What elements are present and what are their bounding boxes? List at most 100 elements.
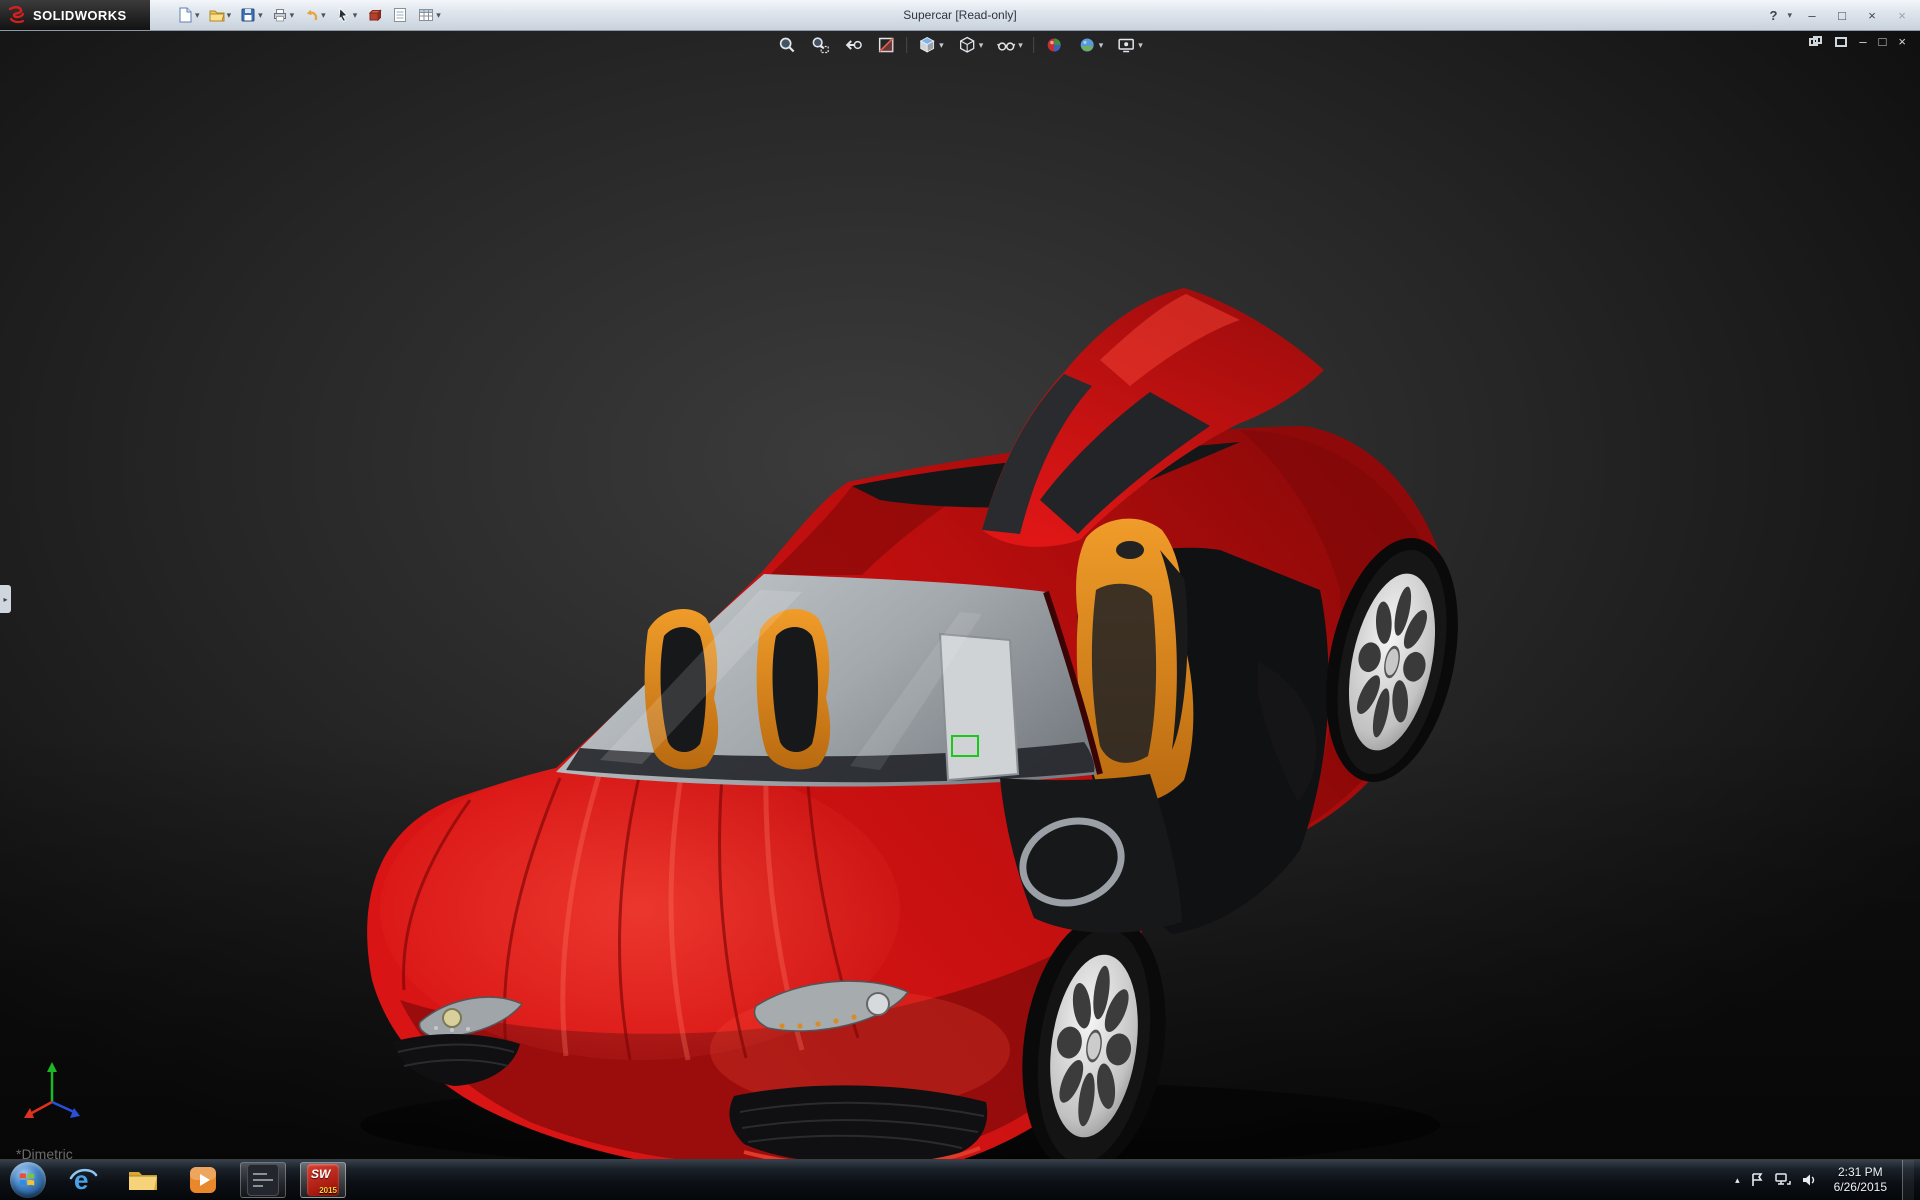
- taskbar-item-command-window[interactable]: [240, 1162, 286, 1198]
- view-orientation-button[interactable]: ▾: [914, 33, 947, 57]
- car-windshield: [556, 574, 1100, 787]
- close-button[interactable]: ×: [1862, 8, 1882, 23]
- caret-down-icon[interactable]: ▾: [1099, 40, 1104, 51]
- standard-toolbar: ▾ ▾ ▾ ▾: [173, 3, 444, 27]
- doc-close-button[interactable]: ×: [1898, 34, 1906, 49]
- action-center-icon[interactable]: [1749, 1172, 1765, 1188]
- taskbar: e SW 2015 ▴: [0, 1159, 1920, 1200]
- zoom-to-fit-button[interactable]: [774, 33, 800, 57]
- clock-date: 6/26/2015: [1834, 1180, 1887, 1195]
- zoom-to-fit-icon: [777, 35, 797, 55]
- solidworks-app-icon: SW 2015: [307, 1164, 339, 1196]
- select-tool-button[interactable]: ▾: [331, 3, 361, 27]
- taskbar-item-media-player[interactable]: [180, 1162, 226, 1198]
- graphics-area[interactable]: ▾ ▾ ▾: [0, 30, 1920, 1160]
- feature-manager-expand-tab[interactable]: ▸: [0, 585, 11, 613]
- caret-down-icon[interactable]: ▾: [979, 40, 984, 51]
- zoom-to-area-icon: [810, 35, 830, 55]
- help-caret-icon[interactable]: ▾: [1787, 10, 1792, 21]
- view-settings-button[interactable]: ▾: [1113, 33, 1146, 57]
- zoom-to-area-button[interactable]: [807, 33, 833, 57]
- car-model: [0, 30, 1920, 1160]
- new-document-icon: [176, 6, 194, 24]
- caret-down-icon[interactable]: ▾: [227, 10, 232, 21]
- solidworks-icon-text: SW: [311, 1167, 330, 1181]
- printer-icon: [271, 6, 289, 24]
- caret-down-icon[interactable]: ▾: [939, 40, 944, 51]
- start-button[interactable]: [10, 1162, 46, 1198]
- command-window-icon: [247, 1164, 279, 1196]
- eyeglasses-icon: [996, 35, 1016, 55]
- doc-restore-button[interactable]: □: [1879, 34, 1887, 49]
- media-player-icon: [188, 1165, 218, 1195]
- caret-down-icon[interactable]: ▾: [1018, 40, 1023, 51]
- solidworks-logo-icon: [6, 4, 28, 26]
- internet-explorer-icon: e: [67, 1164, 99, 1196]
- view-orientation-label: *Dimetric: [16, 1146, 73, 1160]
- previous-view-icon: [843, 35, 863, 55]
- clock-time: 2:31 PM: [1834, 1165, 1887, 1180]
- open-document-button[interactable]: ▾: [205, 3, 235, 27]
- tile-window-icon[interactable]: [1835, 37, 1847, 47]
- reference-triad[interactable]: [22, 1058, 86, 1124]
- document-window-controls: – □ ×: [1809, 34, 1906, 49]
- window-title: Supercar [Read-only]: [903, 8, 1016, 22]
- menu-expand-arrow[interactable]: ▸: [154, 10, 159, 21]
- brand-text: SOLIDWORKS: [33, 8, 127, 23]
- network-icon[interactable]: [1774, 1172, 1792, 1188]
- windows-flag-icon: [18, 1171, 38, 1189]
- new-document-button[interactable]: ▾: [173, 3, 203, 27]
- titlebar-right-controls: ? ▾ – □ × ×: [1770, 8, 1920, 23]
- scene-globe-icon: [1077, 35, 1097, 55]
- cascade-windows-icon[interactable]: [1809, 36, 1823, 48]
- edit-component-button[interactable]: [362, 3, 386, 27]
- save-button[interactable]: ▾: [236, 3, 266, 27]
- display-style-button[interactable]: ▾: [954, 33, 987, 57]
- caret-down-icon[interactable]: ▾: [321, 10, 326, 21]
- undo-arrow-icon: [302, 6, 320, 24]
- minimize-button[interactable]: –: [1802, 8, 1822, 23]
- volume-icon[interactable]: [1801, 1172, 1817, 1188]
- doc-minimize-button[interactable]: –: [1859, 34, 1866, 49]
- view-settings-icon: [1116, 35, 1136, 55]
- show-desktop-button[interactable]: [1902, 1160, 1914, 1200]
- print-button[interactable]: ▾: [268, 3, 298, 27]
- save-disk-icon: [239, 6, 257, 24]
- folder-icon: [126, 1165, 160, 1195]
- sheet-icon: [391, 6, 409, 24]
- close-document-button[interactable]: ×: [1892, 8, 1912, 23]
- cursor-icon: [334, 6, 352, 24]
- undo-button[interactable]: ▾: [299, 3, 329, 27]
- design-table-button[interactable]: ▾: [414, 3, 444, 27]
- open-folder-icon: [208, 6, 226, 24]
- apply-scene-button[interactable]: ▾: [1074, 33, 1107, 57]
- caret-down-icon[interactable]: ▾: [436, 10, 441, 21]
- heads-up-view-toolbar: ▾ ▾ ▾: [774, 33, 1146, 57]
- toolbar-separator: [1033, 37, 1034, 53]
- taskbar-item-file-explorer[interactable]: [120, 1162, 166, 1198]
- hide-show-items-button[interactable]: ▾: [993, 33, 1026, 57]
- taskbar-clock[interactable]: 2:31 PM 6/26/2015: [1834, 1165, 1887, 1195]
- taskbar-item-solidworks[interactable]: SW 2015: [300, 1162, 346, 1198]
- toolbar-separator: [906, 37, 907, 53]
- caret-down-icon[interactable]: ▾: [290, 10, 295, 21]
- title-bar: SOLIDWORKS ▸ ▾ ▾ ▾: [0, 0, 1920, 31]
- tray-overflow-button[interactable]: ▴: [1735, 1175, 1740, 1186]
- sheet-button[interactable]: [388, 3, 412, 27]
- help-button[interactable]: ?: [1770, 8, 1778, 23]
- taskbar-item-internet-explorer[interactable]: e: [60, 1162, 106, 1198]
- caret-down-icon[interactable]: ▾: [353, 10, 358, 21]
- display-style-icon: [957, 35, 977, 55]
- caret-down-icon[interactable]: ▾: [258, 10, 263, 21]
- solidworks-version-badge: 2015: [319, 1186, 337, 1195]
- section-view-button[interactable]: [873, 33, 899, 57]
- maximize-button[interactable]: □: [1832, 8, 1852, 23]
- caret-down-icon[interactable]: ▾: [195, 10, 200, 21]
- previous-view-button[interactable]: [840, 33, 866, 57]
- edit-appearance-button[interactable]: [1041, 33, 1067, 57]
- appearance-sphere-icon: [1044, 35, 1064, 55]
- caret-down-icon[interactable]: ▾: [1138, 40, 1143, 51]
- component-cube-icon: [365, 6, 383, 24]
- x-axis: [30, 1102, 52, 1114]
- solidworks-logo[interactable]: SOLIDWORKS: [0, 0, 150, 30]
